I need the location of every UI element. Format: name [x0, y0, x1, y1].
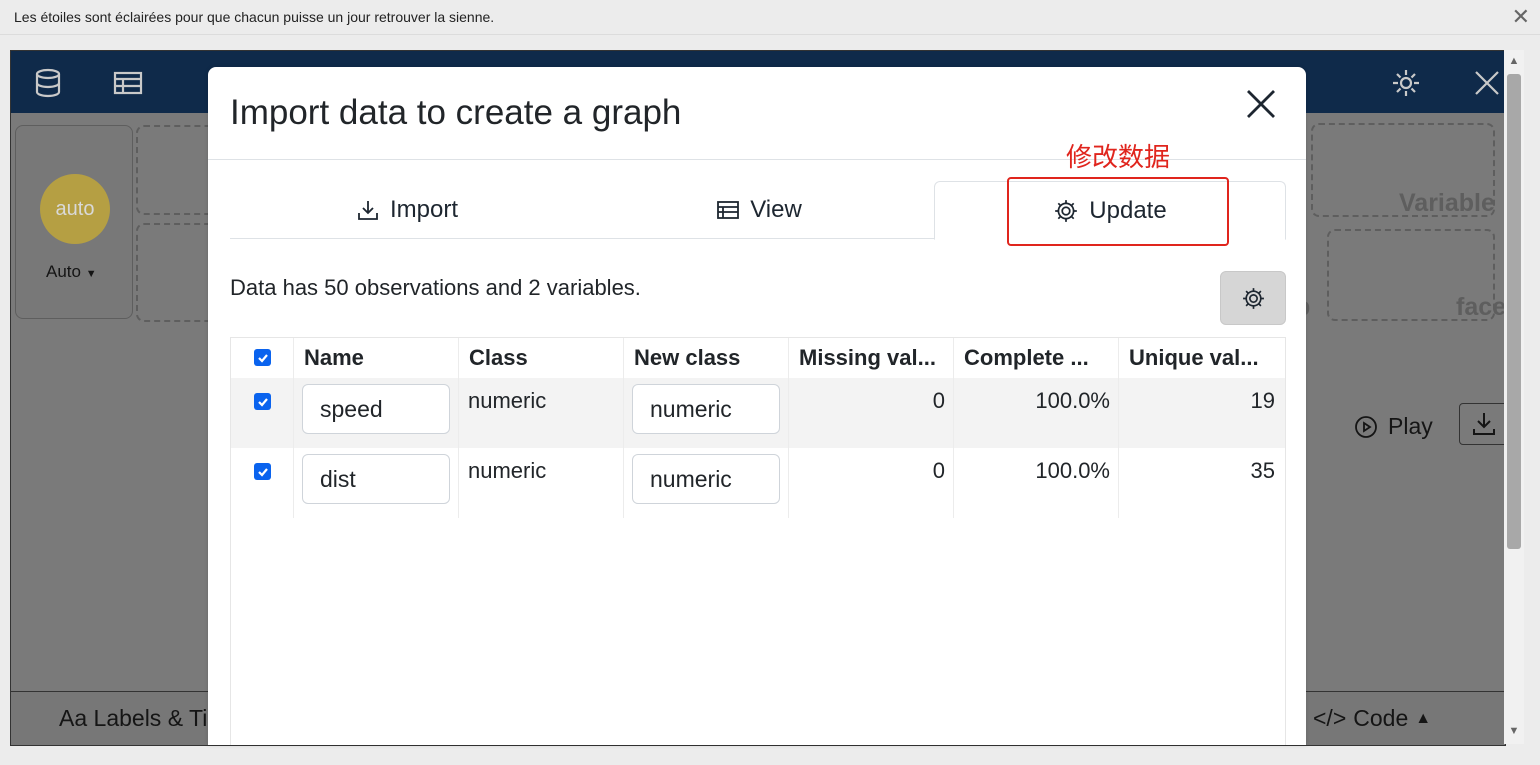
table-row: speed numeric numeric 0 100.0% 19 [231, 378, 1285, 448]
scroll-down-arrow-icon[interactable]: ▼ [1507, 725, 1521, 739]
caret-up-icon: ▲ [1415, 709, 1432, 727]
header-unique-values: Unique val... [1129, 345, 1259, 370]
variable-name-input[interactable]: dist [302, 454, 450, 504]
download-icon [1473, 413, 1495, 435]
play-label: Play [1388, 413, 1433, 439]
tab-view-label: View [750, 195, 802, 223]
play-icon [1355, 415, 1377, 438]
row-class-cell: numeric [459, 448, 624, 518]
header-missing-values: Missing val... [789, 338, 954, 378]
tab-view[interactable]: View [584, 181, 934, 238]
complete-rate: 100.0% [1035, 388, 1110, 413]
new-class-input[interactable]: numeric [632, 454, 780, 504]
row-class-cell: numeric [459, 378, 624, 448]
code-label: Code [1353, 705, 1409, 731]
app-close-icon[interactable] [1471, 67, 1503, 99]
code-icon: </> [1313, 705, 1347, 731]
labels-titles-label: Labels & Ti [93, 705, 208, 731]
facet-label: face [1456, 293, 1506, 321]
header-select-all-cell [231, 338, 294, 378]
labels-titles-button[interactable]: Aa Labels & Ti [59, 705, 207, 732]
database-icon[interactable] [32, 67, 64, 99]
code-button[interactable]: </> Code ▲ [1313, 705, 1431, 732]
header-complete: Complete ... [954, 338, 1119, 378]
row-new-class-cell: numeric [624, 378, 789, 448]
select-all-checkbox[interactable] [254, 349, 271, 366]
import-data-modal: Import data to create a graph 修改数据 Impor… [208, 67, 1306, 745]
header-new-class: New class [624, 338, 789, 378]
auto-label[interactable]: Auto ▼ [46, 262, 97, 282]
row-unique-cell: 35 [1119, 448, 1284, 518]
complete-rate: 100.0% [1035, 458, 1110, 483]
variables-table: Name Class New class Missing val... Comp… [230, 337, 1286, 745]
row-complete-cell: 100.0% [954, 378, 1119, 448]
row-checkbox-cell [231, 448, 294, 518]
update-settings-button[interactable] [1220, 271, 1286, 325]
modal-close-icon[interactable] [1244, 87, 1278, 121]
new-class-input[interactable]: numeric [632, 384, 780, 434]
settings-icon[interactable] [1390, 67, 1422, 99]
play-button[interactable]: Play [1354, 413, 1433, 440]
auto-panel: auto Auto ▼ [15, 125, 133, 319]
table-icon [717, 200, 740, 219]
table-icon[interactable] [112, 67, 144, 99]
gear-icon [1242, 287, 1264, 309]
variable-name-input[interactable]: speed [302, 384, 450, 434]
text-size-icon: Aa [59, 705, 88, 731]
unique-values: 35 [1250, 458, 1275, 483]
missing-values: 0 [932, 388, 945, 413]
scroll-up-arrow-icon[interactable]: ▲ [1507, 55, 1521, 69]
update-tab-highlight [1007, 177, 1229, 246]
window-scrollbar[interactable]: ▲ ▼ [1504, 50, 1524, 744]
tab-import-label: Import [389, 195, 458, 223]
banner-text: Les étoiles sont éclairées pour que chac… [14, 9, 495, 25]
modal-title: Import data to create a graph [230, 93, 682, 132]
banner-close-icon[interactable]: ✕ [1512, 4, 1530, 30]
table-row: dist numeric numeric 0 100.0% 35 [231, 448, 1285, 518]
row-name-cell: speed [294, 378, 459, 448]
row-checkbox-dist[interactable] [254, 463, 271, 480]
class-value: numeric [468, 388, 547, 413]
top-banner: Les étoiles sont éclairées pour que chac… [0, 0, 1540, 35]
header-name: Name [294, 338, 459, 378]
row-checkbox-speed[interactable] [254, 393, 271, 410]
tab-import[interactable]: Import [230, 181, 584, 238]
variable-label: Variable [1399, 189, 1495, 217]
row-missing-cell: 0 [789, 448, 954, 518]
download-icon [358, 200, 378, 220]
download-button[interactable] [1459, 403, 1505, 445]
auto-label-text: Auto [46, 262, 81, 281]
row-missing-cell: 0 [789, 378, 954, 448]
row-checkbox-cell [231, 378, 294, 448]
row-name-cell: dist [294, 448, 459, 518]
header-class: Class [459, 338, 624, 378]
auto-circle[interactable]: auto [40, 174, 110, 244]
class-value: numeric [468, 458, 547, 483]
annotation-modify-data: 修改数据 [1066, 142, 1171, 172]
caret-down-icon: ▼ [85, 268, 97, 280]
table-header-row: Name Class New class Missing val... Comp… [231, 338, 1285, 379]
data-summary: Data has 50 observations and 2 variables… [230, 275, 641, 300]
scroll-thumb[interactable] [1507, 74, 1521, 549]
missing-values: 0 [932, 458, 945, 483]
row-new-class-cell: numeric [624, 448, 789, 518]
unique-values: 19 [1250, 388, 1275, 413]
row-complete-cell: 100.0% [954, 448, 1119, 518]
row-unique-cell: 19 [1119, 378, 1284, 448]
